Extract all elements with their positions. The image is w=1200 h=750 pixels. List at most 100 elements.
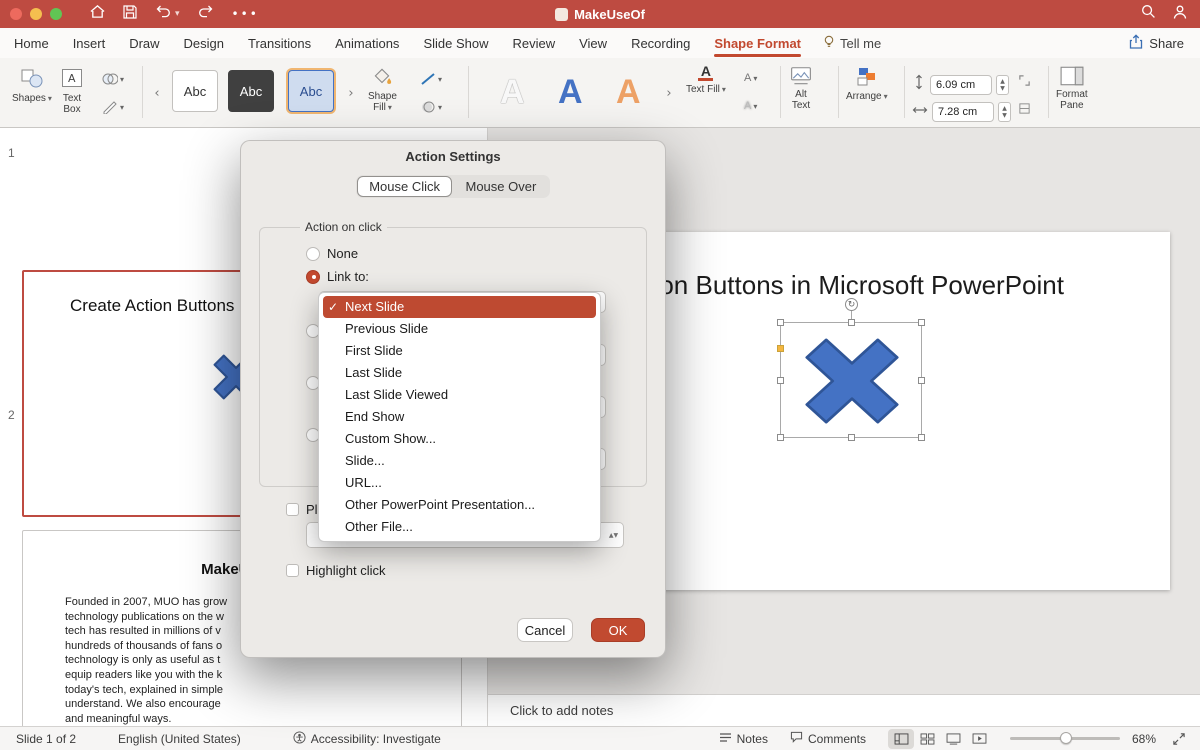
shape-style-option-1[interactable]: Abc xyxy=(172,70,218,112)
size-more-button-2[interactable] xyxy=(1018,102,1031,115)
menu-item-slide[interactable]: Slide... xyxy=(323,450,596,472)
menu-item-url[interactable]: URL... xyxy=(323,472,596,494)
more-commands-icon[interactable]: ••• xyxy=(232,7,259,21)
edit-shape-button[interactable]: ▾ xyxy=(102,100,124,114)
x-shape[interactable] xyxy=(795,329,909,438)
minimize-button[interactable] xyxy=(30,8,42,20)
menu-item-previous-slide[interactable]: Previous Slide xyxy=(323,318,596,340)
redo-icon[interactable] xyxy=(198,5,214,23)
radio-none[interactable]: None xyxy=(306,246,358,261)
shape-style-option-3-selected[interactable]: Abc xyxy=(288,70,334,112)
slideshow-button[interactable] xyxy=(966,729,992,749)
selection-handle[interactable] xyxy=(918,377,925,384)
shape-effects-button[interactable]: ▾ xyxy=(420,100,442,114)
selection-handle[interactable] xyxy=(777,377,784,384)
tab-home[interactable]: Home xyxy=(14,30,49,57)
tab-animations[interactable]: Animations xyxy=(335,30,399,57)
language-indicator[interactable]: English (United States) xyxy=(118,732,241,746)
shape-height-field[interactable] xyxy=(930,75,992,95)
tab-design[interactable]: Design xyxy=(184,30,224,57)
height-stepper[interactable]: ▲▼ xyxy=(996,75,1009,95)
home-icon[interactable] xyxy=(90,4,105,24)
comments-toggle-button[interactable]: Comments xyxy=(790,731,866,746)
accessibility-status[interactable]: Accessibility: Investigate xyxy=(293,731,441,747)
selection-handle[interactable] xyxy=(777,434,784,441)
menu-item-first-slide[interactable]: First Slide xyxy=(323,340,596,362)
rotation-handle-icon[interactable]: ↻ xyxy=(845,298,858,311)
zoom-fit-icon[interactable] xyxy=(1172,732,1186,746)
undo-icon[interactable] xyxy=(155,5,171,23)
shape-width-field[interactable] xyxy=(932,102,994,122)
menu-item-last-slide-viewed[interactable]: Last Slide Viewed xyxy=(323,384,596,406)
zoom-slider-thumb[interactable] xyxy=(1060,732,1072,744)
shape-fill-button[interactable]: Shape Fill▾ xyxy=(368,66,397,113)
menu-item-other-presentation[interactable]: Other PowerPoint Presentation... xyxy=(323,494,596,516)
tell-me-button[interactable]: Tell me xyxy=(823,35,881,52)
tab-slide-show[interactable]: Slide Show xyxy=(423,30,488,57)
width-stepper[interactable]: ▲▼ xyxy=(998,102,1011,122)
save-icon[interactable] xyxy=(123,5,137,24)
radio-link-to-circle[interactable] xyxy=(306,270,320,284)
selection-handle[interactable] xyxy=(848,319,855,326)
menu-item-other-file[interactable]: Other File... xyxy=(323,516,596,538)
selection-handle[interactable] xyxy=(918,319,925,326)
zoom-slider[interactable] xyxy=(1010,737,1120,740)
undo-dropdown-icon[interactable]: ▾ xyxy=(175,9,180,19)
radio-none-circle[interactable] xyxy=(306,247,320,261)
close-button[interactable] xyxy=(10,8,22,20)
highlight-click-checkbox-row[interactable]: Highlight click xyxy=(286,563,385,578)
account-icon[interactable] xyxy=(1172,4,1188,25)
text-fill-button[interactable]: A Text Fill▾ xyxy=(686,66,726,95)
slide-sorter-button[interactable] xyxy=(914,729,940,749)
zoom-level[interactable]: 68% xyxy=(1132,732,1166,746)
highlight-click-checkbox[interactable] xyxy=(286,564,299,577)
text-style-gallery-next-icon[interactable]: › xyxy=(662,82,676,104)
menu-item-custom-show[interactable]: Custom Show... xyxy=(323,428,596,450)
normal-view-button[interactable] xyxy=(888,729,914,749)
play-sound-checkbox[interactable] xyxy=(286,503,299,516)
tab-review[interactable]: Review xyxy=(512,30,555,57)
cancel-button[interactable]: Cancel xyxy=(517,618,573,642)
notes-placeholder[interactable]: Click to add notes xyxy=(510,703,613,718)
tab-shape-format[interactable]: Shape Format xyxy=(714,30,801,57)
format-pane-button[interactable]: Format Pane xyxy=(1056,66,1088,111)
notes-toggle-button[interactable]: Notes xyxy=(719,732,768,746)
shape-style-option-2[interactable]: Abc xyxy=(228,70,274,112)
tab-draw[interactable]: Draw xyxy=(129,30,159,57)
tab-mouse-click[interactable]: Mouse Click xyxy=(357,176,453,197)
text-box-button[interactable]: A Text Box xyxy=(60,66,84,115)
tab-mouse-over[interactable]: Mouse Over xyxy=(452,176,549,197)
notes-pane[interactable]: Click to add notes xyxy=(488,694,1200,726)
style-gallery-prev-icon[interactable]: ‹ xyxy=(150,82,164,104)
reading-view-button[interactable] xyxy=(940,729,966,749)
text-style-option-2[interactable]: A xyxy=(558,72,583,112)
selection-handle[interactable] xyxy=(848,434,855,441)
merge-shapes-button[interactable]: ▾ xyxy=(102,72,124,86)
size-more-button-1[interactable] xyxy=(1018,74,1031,87)
text-effects-button[interactable]: A ▾ xyxy=(744,100,757,112)
share-button[interactable]: Share xyxy=(1129,34,1184,52)
menu-item-end-show[interactable]: End Show xyxy=(323,406,596,428)
tab-transitions[interactable]: Transitions xyxy=(248,30,311,57)
arrange-button[interactable]: Arrange▾ xyxy=(846,66,888,102)
selection-handle[interactable] xyxy=(918,434,925,441)
shape-outline-button[interactable]: ▾ xyxy=(420,72,442,86)
text-style-option-1[interactable]: A xyxy=(500,72,525,112)
style-gallery-next-icon[interactable]: › xyxy=(344,82,358,104)
shapes-button[interactable]: Shapes▾ xyxy=(12,66,52,104)
tab-insert[interactable]: Insert xyxy=(73,30,106,57)
shape-adjustment-handle[interactable] xyxy=(777,345,784,352)
text-style-option-3[interactable]: A xyxy=(616,72,641,112)
text-outline-button[interactable]: A ▾ xyxy=(744,72,757,84)
tab-view[interactable]: View xyxy=(579,30,607,57)
shape-selection-box[interactable]: ↻ xyxy=(780,322,922,438)
selection-handle[interactable] xyxy=(777,319,784,326)
menu-item-next-slide[interactable]: ✓Next Slide xyxy=(323,296,596,318)
tab-recording[interactable]: Recording xyxy=(631,30,690,57)
search-icon[interactable] xyxy=(1141,4,1156,24)
menu-item-last-slide[interactable]: Last Slide xyxy=(323,362,596,384)
zoom-window-button[interactable] xyxy=(50,8,62,20)
alt-text-button[interactable]: Alt Text xyxy=(790,66,812,111)
radio-link-to[interactable]: Link to: xyxy=(306,269,369,284)
ok-button[interactable]: OK xyxy=(591,618,645,642)
